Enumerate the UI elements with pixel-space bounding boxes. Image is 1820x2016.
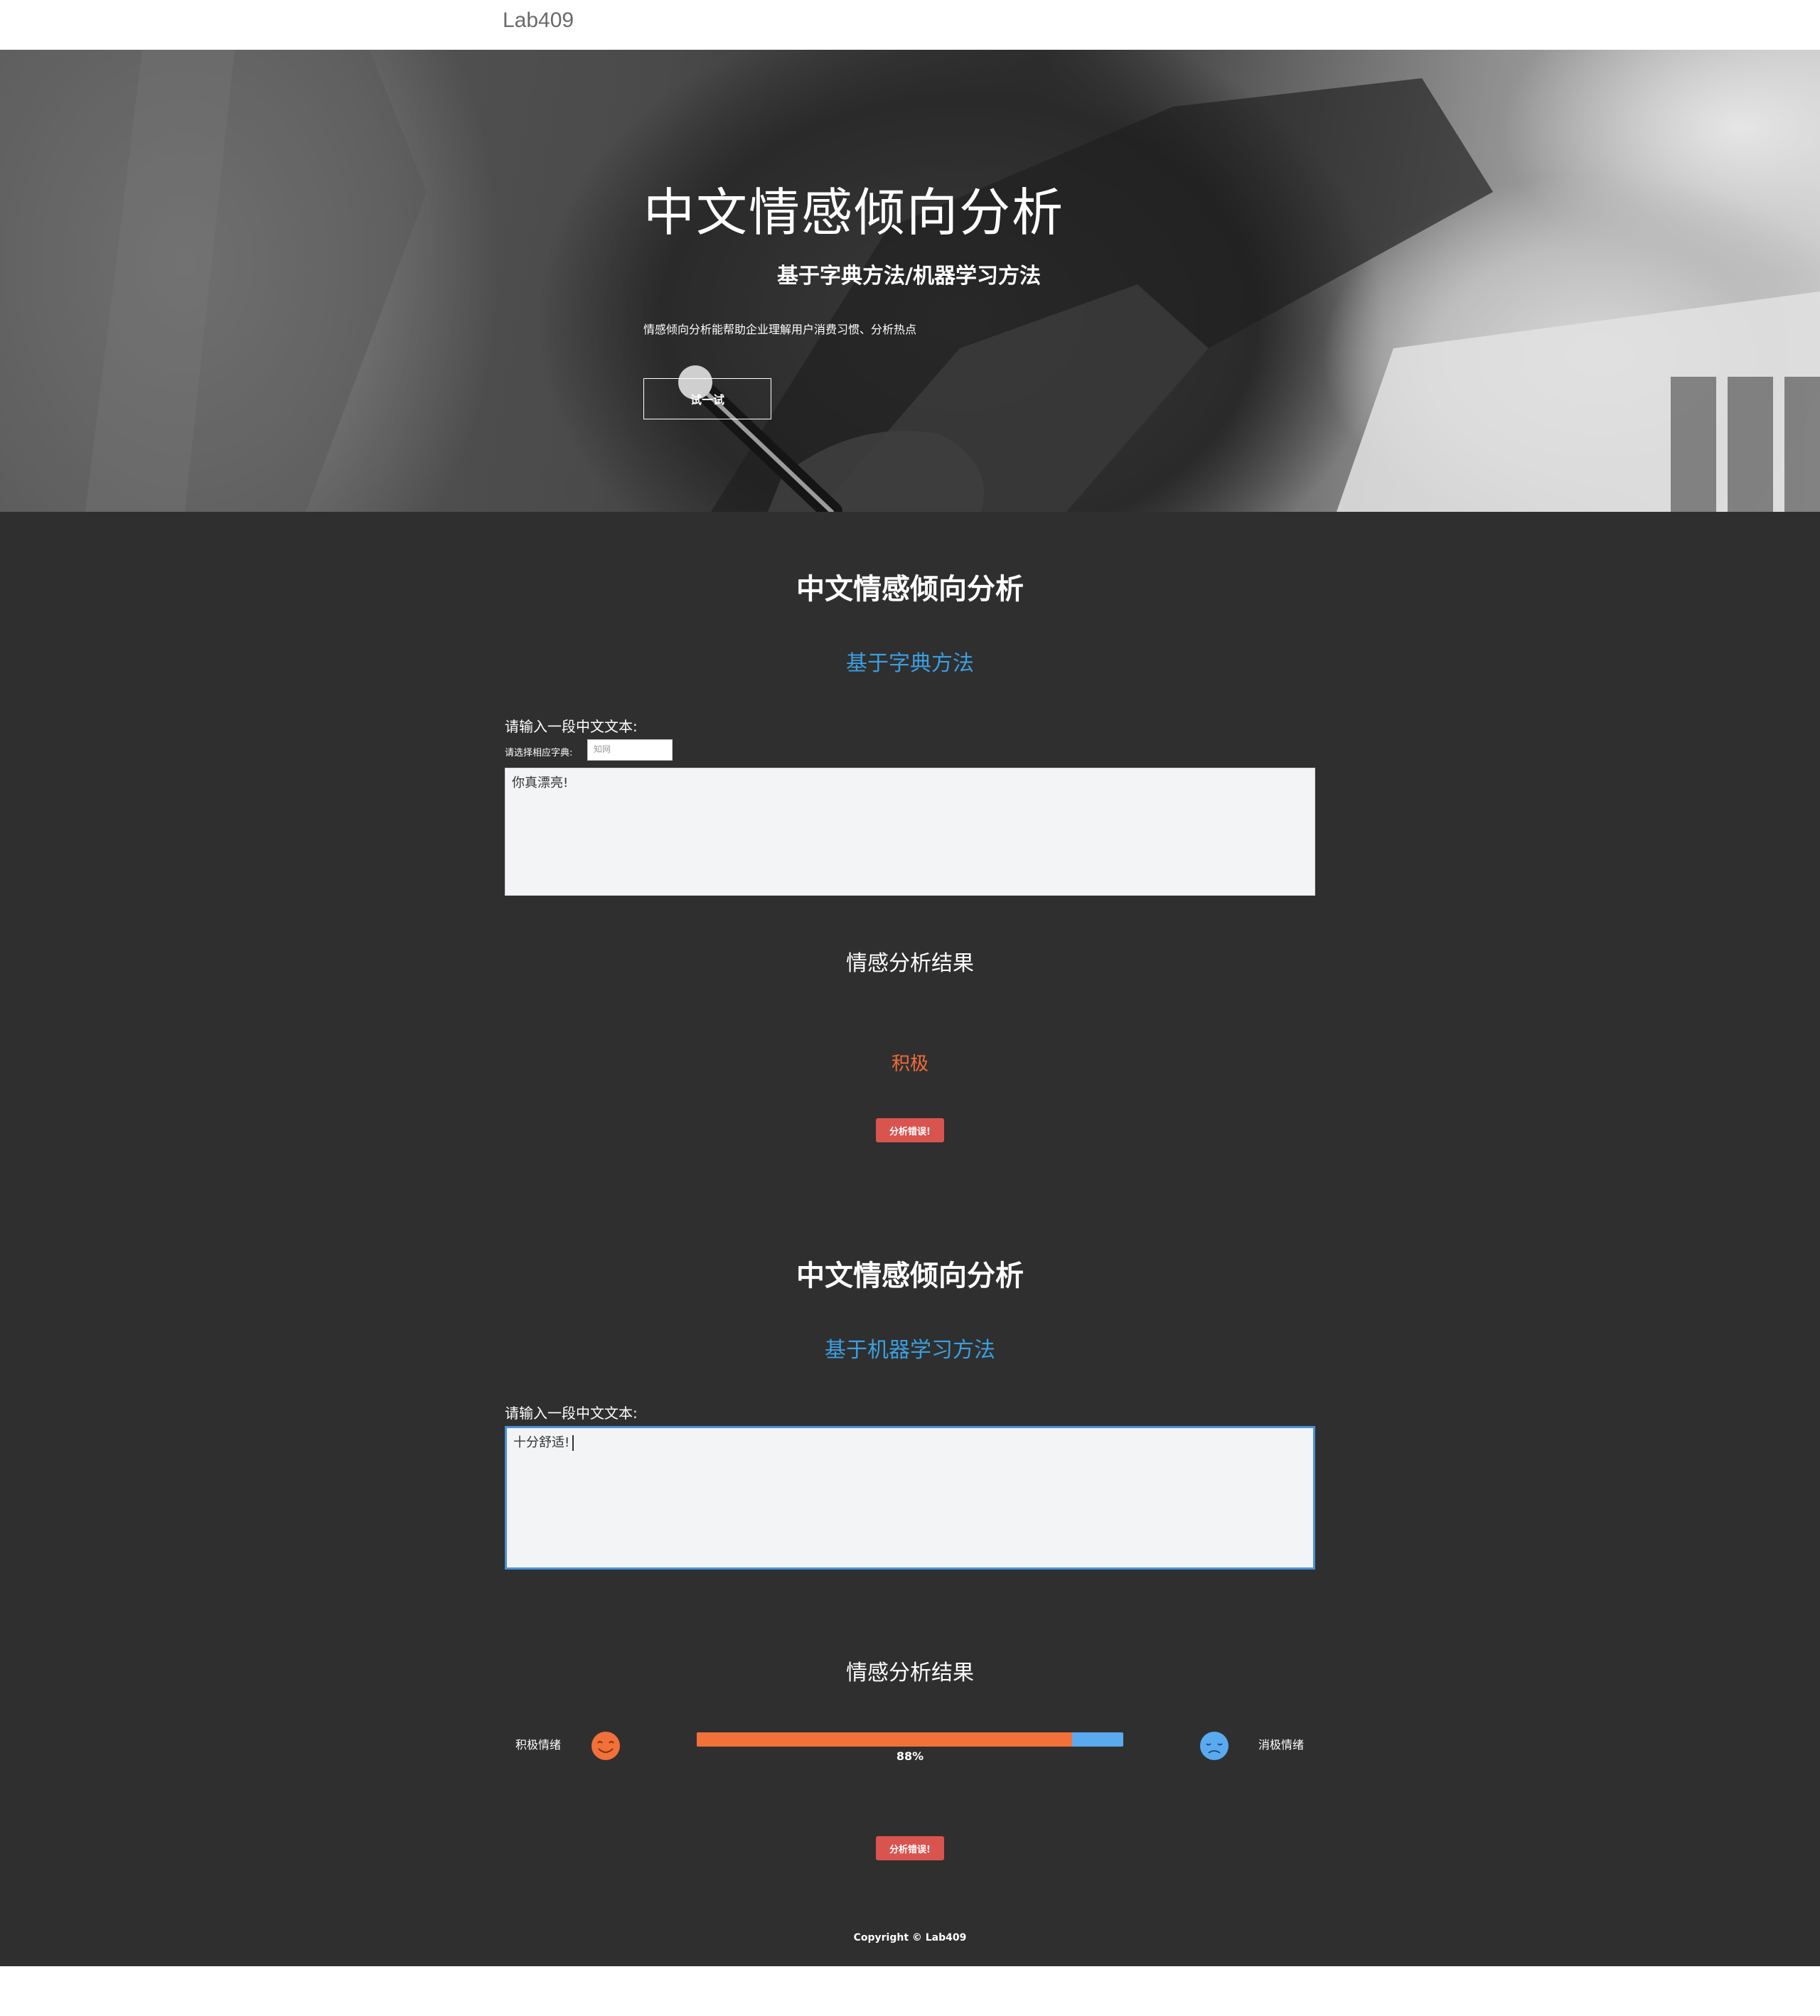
- ml-section-title: 中文情感倾向分析: [796, 1260, 1024, 1292]
- ml-input-label: 请输入一段中文文本:: [505, 1405, 638, 1422]
- positive-percent: 88%: [896, 1749, 924, 1763]
- hero-description: 情感倾向分析能帮助企业理解用户消费习惯、分析热点: [643, 323, 917, 336]
- ml-method-heading: 基于机器学习方法: [825, 1338, 995, 1363]
- negative-emotion-label: 消极情绪: [1258, 1738, 1305, 1752]
- dictionary-text-input[interactable]: 你真漂亮!: [505, 768, 1315, 896]
- hero-banner: 中文情感倾向分析 基于字典方法/机器学习方法 情感倾向分析能帮助企业理解用户消费…: [0, 50, 1820, 512]
- top-navbar: Lab409: [0, 0, 1820, 50]
- try-it-button[interactable]: 试一试: [643, 378, 771, 419]
- ml-report-error-button[interactable]: 分析错误!: [876, 1836, 944, 1860]
- dictionary-result-value: 积极: [891, 1053, 928, 1075]
- sad-face-icon: [1200, 1732, 1228, 1760]
- dictionary-method-heading: 基于字典方法: [846, 651, 974, 676]
- dictionary-section-title: 中文情感倾向分析: [796, 573, 1024, 606]
- dictionary-select-label: 请选择相应字典:: [505, 748, 573, 758]
- main-content: 中文情感倾向分析 基于字典方法 请输入一段中文文本: 请选择相应字典: 知网 你…: [0, 512, 1820, 1966]
- hero-title: 中文情感倾向分析: [643, 183, 1065, 242]
- text-caret: [572, 1435, 574, 1451]
- dictionary-input-label: 请输入一段中文文本:: [505, 718, 638, 735]
- positive-ratio-fill: [697, 1732, 1072, 1747]
- ml-text-input[interactable]: 十分舒适!: [505, 1426, 1315, 1570]
- brand-logo[interactable]: Lab409: [503, 9, 574, 33]
- sentiment-ratio-bar: [697, 1732, 1123, 1747]
- ml-text-value: 十分舒适!: [513, 1435, 570, 1450]
- dictionary-report-error-button[interactable]: 分析错误!: [876, 1118, 944, 1142]
- ml-result-title: 情感分析结果: [846, 1661, 974, 1685]
- dictionary-result-title: 情感分析结果: [846, 951, 974, 976]
- hero-subtitle: 基于字典方法/机器学习方法: [777, 264, 1041, 289]
- footer-copyright: Copyright © Lab409: [853, 1932, 967, 1943]
- dictionary-select[interactable]: 知网: [587, 739, 673, 761]
- dictionary-text-value: 你真漂亮!: [512, 776, 569, 790]
- happy-face-icon: [592, 1732, 620, 1760]
- positive-emotion-label: 积极情绪: [515, 1738, 562, 1752]
